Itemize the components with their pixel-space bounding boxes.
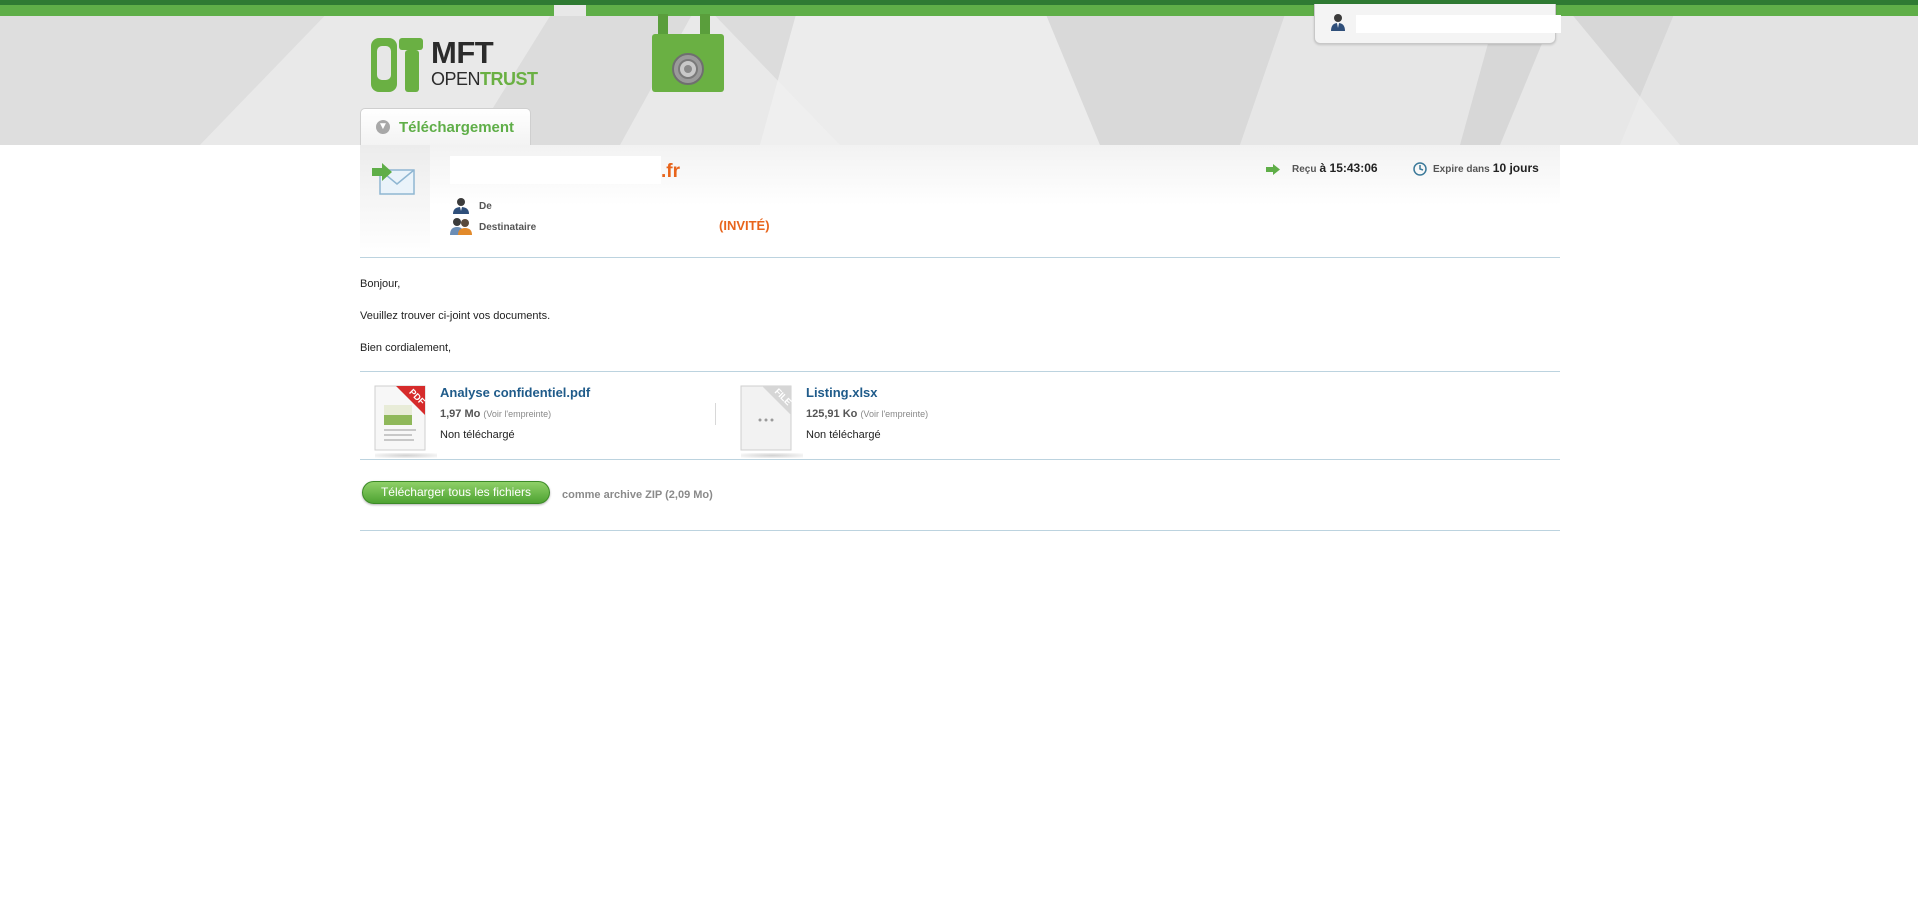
app-header: MFT OPENTRUST ▼ Téléchargement: [0, 0, 1918, 145]
file-item: FILE Listing.xlsx 125,91 Ko (Voir l'empr…: [736, 381, 1076, 460]
vault-factory-icon: [652, 14, 724, 92]
received-label: Reçu: [1292, 164, 1317, 175]
header-background-pattern: [0, 0, 1918, 145]
file-separator: [715, 403, 716, 425]
fingerprint-link[interactable]: (Voir l'empreinte): [483, 409, 551, 419]
top-bar-notch: [554, 5, 586, 16]
user-menu[interactable]: [1314, 4, 1561, 44]
top-bar-accent: [0, 5, 1918, 16]
subject-redacted: [450, 156, 661, 184]
clock-icon: [1413, 162, 1427, 176]
file-item: PDF Analyse confidentiel.pdf 1,97 Mo (Vo…: [370, 381, 710, 460]
guest-badge: (INVITÉ): [719, 218, 770, 233]
expire-value: 10 jours: [1492, 161, 1539, 175]
recipients-icon: [450, 218, 472, 235]
download-all-button[interactable]: Télécharger tous les fichiers: [362, 481, 550, 504]
divider: [360, 530, 1560, 531]
logo-text-mft: MFT: [431, 35, 494, 70]
file-shadow: [741, 453, 803, 458]
file-name-link[interactable]: Listing.xlsx: [806, 385, 878, 400]
fingerprint-link[interactable]: (Voir l'empreinte): [860, 409, 928, 419]
tab-telechargement[interactable]: ▼ Téléchargement: [360, 108, 531, 145]
file-status: Non téléchargé: [440, 429, 515, 441]
incoming-mail-icon: [372, 163, 415, 195]
file-shadow: [375, 453, 437, 458]
sender-icon: [453, 198, 469, 214]
divider: [360, 459, 1560, 460]
expiry-info: Expire dans 10 jours: [1413, 161, 1539, 176]
file-size: 1,97 Mo (Voir l'empreinte): [440, 408, 552, 420]
generic-file-icon[interactable]: FILE: [740, 385, 796, 453]
arrow-right-icon: [1266, 163, 1280, 175]
body-text: Veuillez trouver ci-joint vos documents.: [360, 310, 551, 322]
received-time: à 15:43:06: [1319, 161, 1378, 175]
logo-text-opentrust: OPENTRUST: [431, 69, 538, 89]
from-label: De: [479, 201, 492, 212]
file-status: Non téléchargé: [806, 429, 881, 441]
logo-mark-icon: [371, 38, 423, 92]
divider: [360, 257, 1560, 258]
expire-label: Expire dans: [1433, 164, 1490, 175]
message-subject: .fr: [661, 161, 680, 182]
pdf-file-icon[interactable]: PDF: [374, 385, 430, 453]
divider: [360, 371, 1560, 372]
file-name-link[interactable]: Analyse confidentiel.pdf: [440, 385, 590, 400]
body-signoff: Bien cordialement,: [360, 342, 452, 354]
user-icon: [1331, 14, 1345, 31]
body-greeting: Bonjour,: [360, 278, 401, 290]
zip-archive-note: comme archive ZIP (2,09 Mo): [562, 489, 713, 501]
received-info: Reçu à 15:43:06: [1266, 161, 1378, 175]
tab-label: Téléchargement: [399, 119, 515, 136]
chevron-down-icon: ▼: [376, 120, 390, 134]
user-name: [1356, 15, 1561, 33]
recipient-label: Destinataire: [479, 222, 537, 233]
file-size: 125,91 Ko (Voir l'empreinte): [806, 408, 929, 420]
